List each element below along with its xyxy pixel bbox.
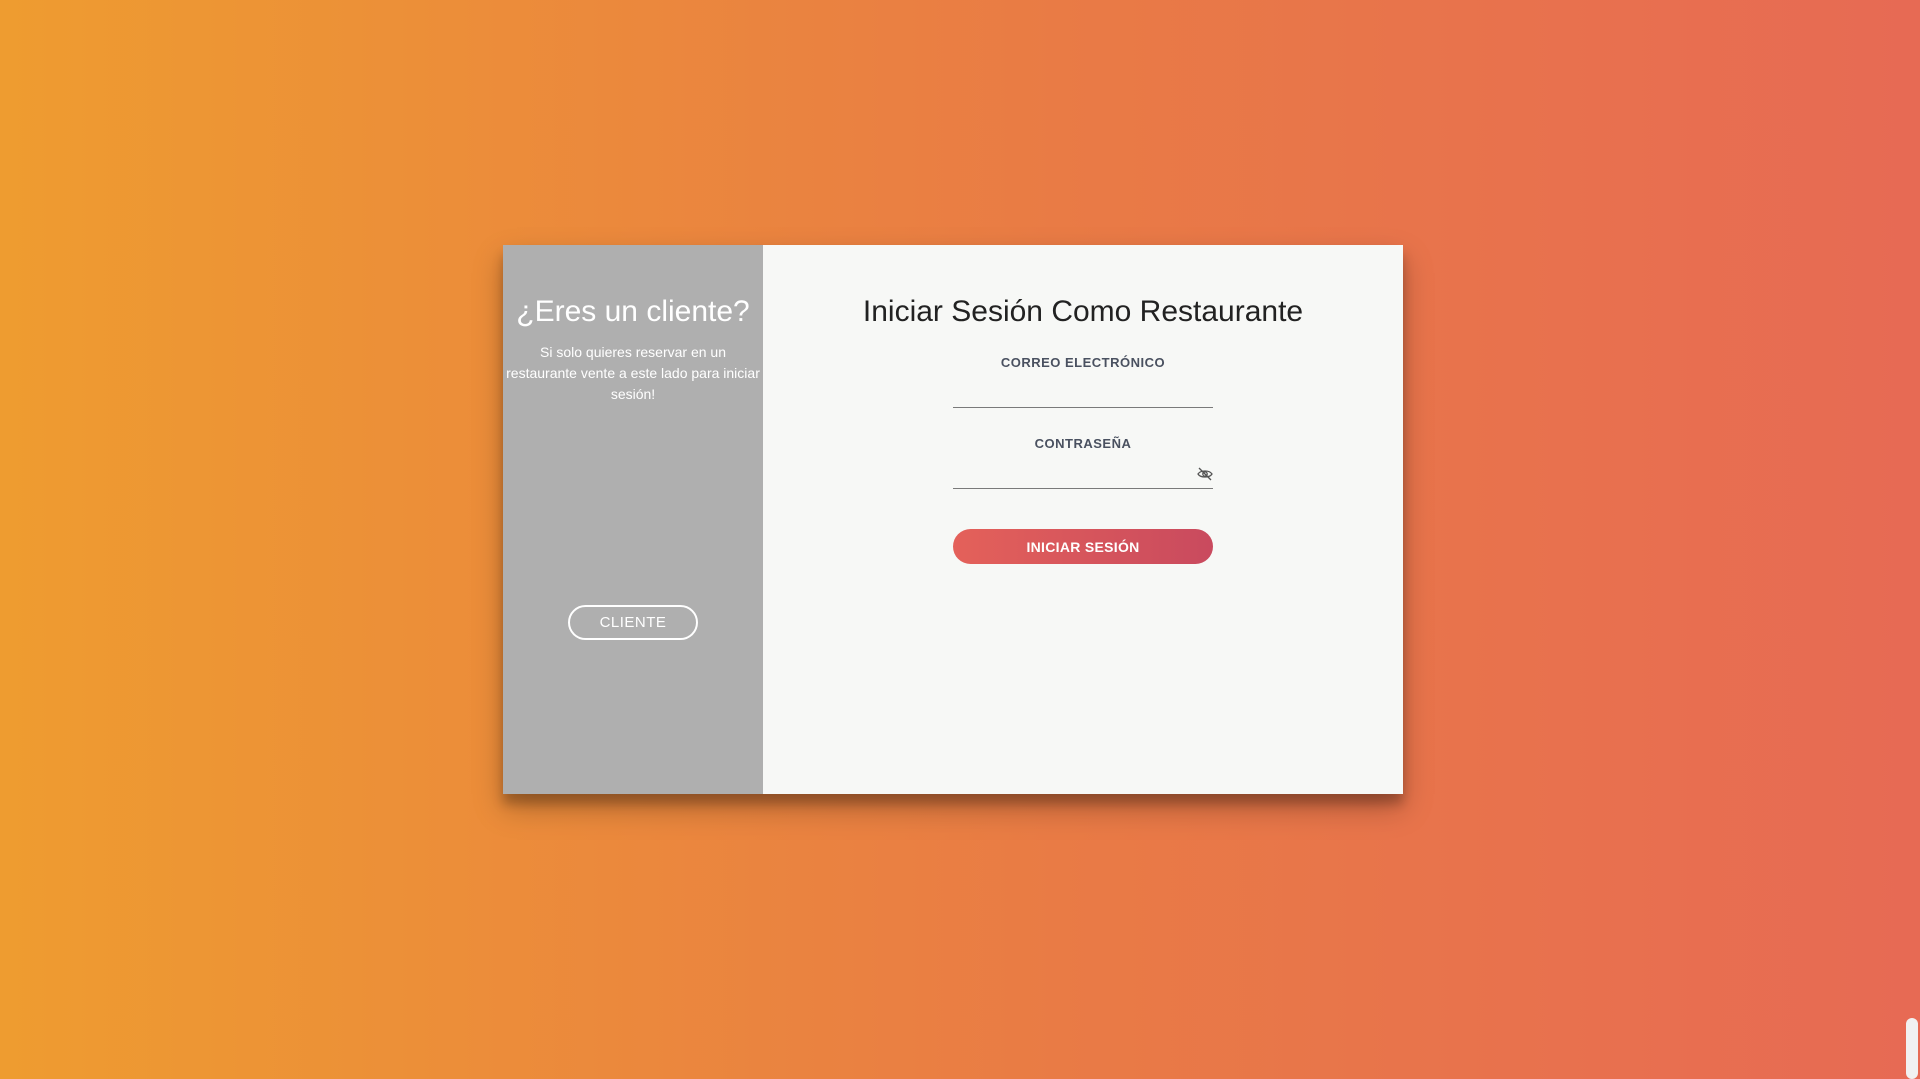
eye-slash-icon[interactable]	[1197, 467, 1213, 481]
email-field[interactable]	[953, 378, 1213, 408]
login-button[interactable]: INICIAR SESIÓN	[953, 529, 1213, 564]
email-label: CORREO ELECTRÓNICO	[1000, 355, 1166, 370]
password-input-wrap	[953, 459, 1213, 489]
client-panel-text: Si solo quieres reservar en un restauran…	[506, 344, 760, 402]
scrollbar-thumb[interactable]	[1906, 1018, 1918, 1079]
restaurant-login-panel: Iniciar Sesión Como Restaurante CORREO E…	[763, 245, 1403, 794]
password-field[interactable]	[953, 459, 1213, 489]
email-input-wrap	[953, 378, 1213, 408]
login-form: CORREO ELECTRÓNICO CONTRASEÑA INICIAR SE…	[953, 355, 1213, 564]
client-panel-title: ¿Eres un cliente?	[516, 295, 750, 328]
password-label: CONTRASEÑA	[1034, 436, 1132, 451]
client-overlay-panel: ¿Eres un cliente? Si solo quieres reserv…	[503, 245, 763, 794]
page-title: Iniciar Sesión Como Restaurante	[862, 295, 1304, 328]
client-switch-button[interactable]: CLIENTE	[568, 605, 698, 640]
login-card: ¿Eres un cliente? Si solo quieres reserv…	[503, 245, 1403, 794]
page-scrollbar[interactable]	[1903, 0, 1920, 1079]
